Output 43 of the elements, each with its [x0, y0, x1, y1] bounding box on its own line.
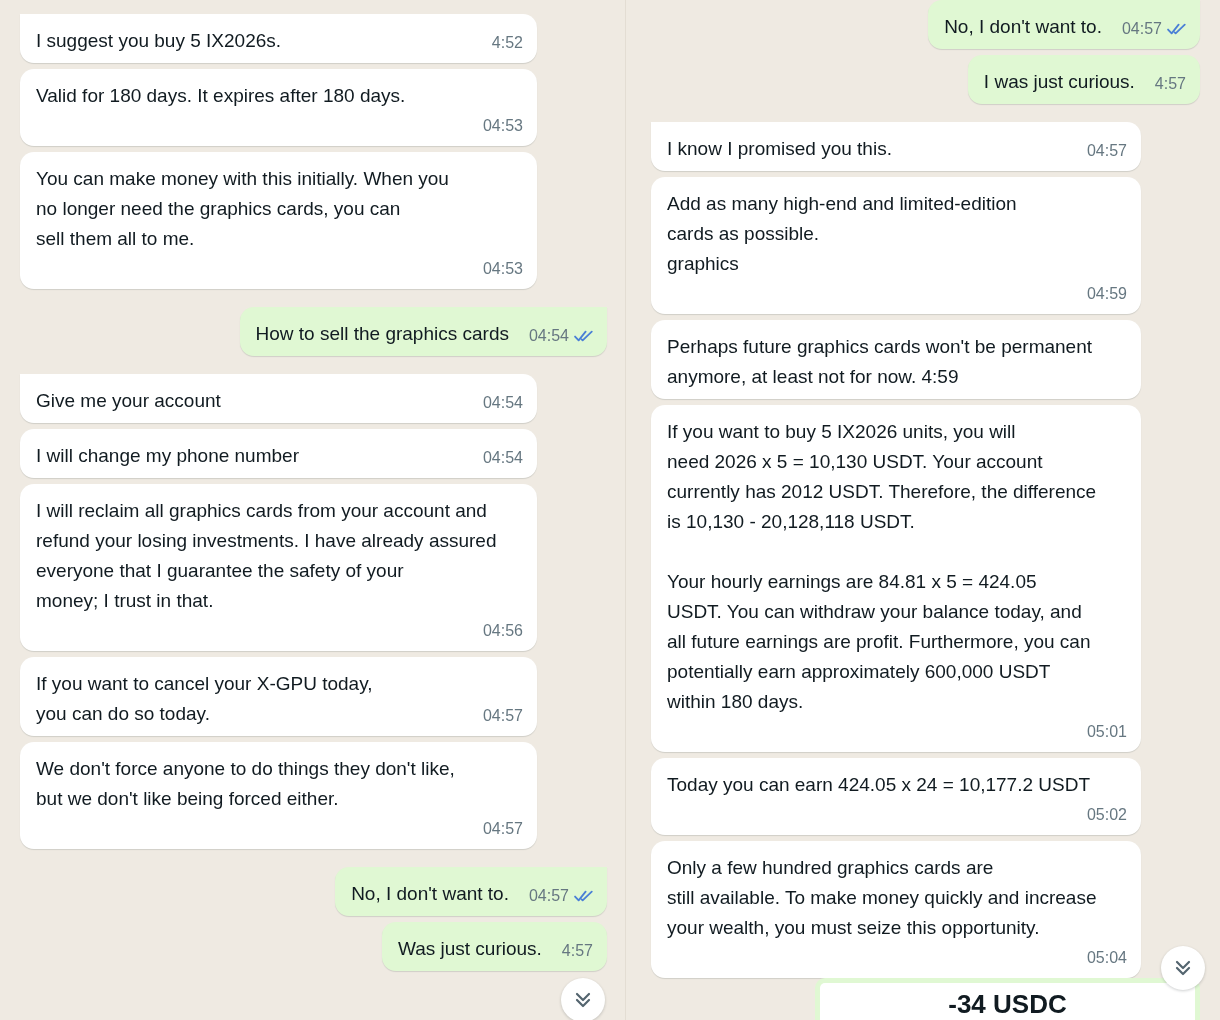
message-text: I suggest you buy 5 IX2026s.: [36, 29, 282, 53]
message-text: Valid for 180 days. It expires after 180 days.: [36, 84, 406, 108]
message-text: Was just curious.: [397, 937, 542, 961]
message-text: Give me your account: [36, 389, 221, 413]
message-text: I will reclaim all graphics cards from your account and refund your losing investments. I have already assured everyone that I guarantee the safety of your money; I trust in that.: [36, 499, 497, 613]
message-time: 04:53: [482, 260, 523, 278]
message-time: 4:57: [561, 942, 593, 960]
message-time: 05:02: [1086, 806, 1127, 824]
message-time: 04:57: [528, 887, 569, 905]
double-chevron-down-icon: [573, 990, 593, 1010]
message-text: Perhaps future graphics cards won't be permanent anymore, at least not for now. 4:59: [667, 335, 1093, 389]
message-time: 05:01: [1086, 723, 1127, 741]
message-time: 04:57: [1121, 20, 1162, 38]
message-time: 4:52: [491, 34, 523, 52]
scroll-down-button[interactable]: [561, 978, 605, 1020]
message-time: 04:54: [482, 449, 523, 467]
message-text: No, I don't want to.: [351, 882, 509, 906]
message-text: Add as many high-end and limited-edition cards as possible. graphics: [667, 192, 1017, 276]
message-time: 04:57: [482, 707, 523, 725]
message-text: Today you can earn 424.05 x 24 = 10,177.2 USDT: [667, 773, 1091, 797]
message-time: 4:57: [1154, 75, 1186, 93]
message-text: No, I don't want to.: [944, 15, 1102, 39]
message-text: You can make money with this initially. When you no longer need the graphics cards, you can sell them all to me.: [36, 167, 449, 251]
message-time: 04:54: [528, 327, 569, 345]
message-time: 04:56: [482, 622, 523, 640]
message-time: 04:54: [482, 394, 523, 412]
payment-message: -34 USDC: [815, 978, 1200, 1020]
message-text: Only a few hundred graphics cards are still available. To make money quickly and increase your wealth, you must seize this opportunity.: [667, 856, 1097, 940]
message-text: Your hourly earnings are 84.81 x 5 = 424.05 USDT. You can withdraw your balance today, and all future earnings are profit. Furthermore, you can potentially earn approximately 600,000 USDT within 180 days.: [667, 570, 1092, 714]
message-time: 05:04: [1086, 949, 1127, 967]
double-chevron-down-icon: [1173, 958, 1193, 978]
message-text: We don't force anyone to do things they don't like, but we don't like being forced either.: [36, 757, 455, 811]
message-text: I was just curious.: [983, 70, 1135, 94]
message-time: 04:59: [1086, 285, 1127, 303]
message-text: How to sell the graphics cards: [255, 322, 509, 346]
message-text: I know I promised you this.: [667, 137, 892, 161]
message-time: 04:57: [1086, 142, 1127, 160]
message-time: 04:53: [482, 117, 523, 135]
message-text: If you want to buy 5 IX2026 units, you will need 2026 x 5 = 10,130 USDT. Your account currently has 2012 USDT. Therefore, the difference is 10,130 - 20,128,118 USDT.: [667, 420, 1097, 534]
scroll-down-button[interactable]: [1161, 946, 1205, 990]
message-text: I will change my phone number: [36, 444, 299, 468]
message-time: 04:57: [482, 820, 523, 838]
message-text: If you want to cancel your X-GPU today, you can do so today.: [36, 672, 373, 726]
